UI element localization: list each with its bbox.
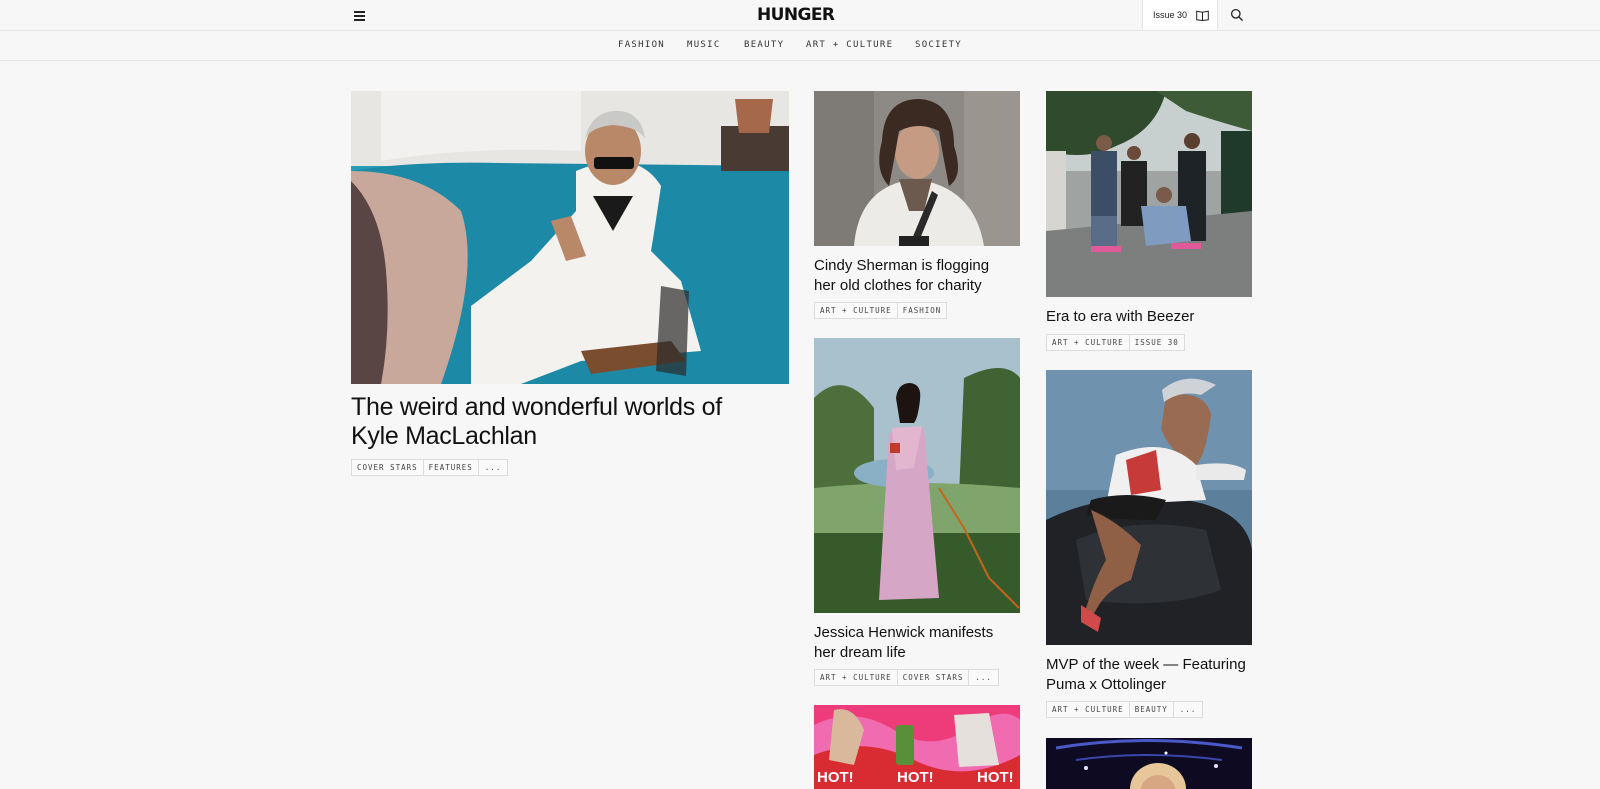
article-image-concert[interactable] — [1046, 738, 1252, 789]
tag-cover-stars[interactable]: COVER STARS — [351, 459, 424, 476]
tag-beauty[interactable]: BEAUTY — [1128, 701, 1174, 718]
tag-art-culture[interactable]: ART + CULTURE — [814, 669, 898, 686]
site-logo[interactable]: HUNGER — [757, 5, 835, 25]
article-tags-jessica: ART + CULTURE COVER STARS ... — [814, 669, 999, 686]
category-nav: FASHION MUSIC BEAUTY ART + CULTURE SOCIE… — [0, 31, 1600, 61]
tag-fashion[interactable]: FASHION — [896, 302, 948, 319]
tag-cover-stars[interactable]: COVER STARS — [896, 669, 970, 686]
article-title-cindy[interactable]: Cindy Sherman is flogging her old clothes… — [814, 256, 989, 295]
hot-label: HOT! — [817, 769, 854, 786]
article-tags-cindy: ART + CULTURE FASHION — [814, 302, 948, 319]
tag-more[interactable]: ... — [477, 459, 509, 476]
nav-fashion[interactable]: FASHION — [618, 40, 665, 50]
article-title-kyle[interactable]: The weird and wonderful worlds of Kyle Ma… — [351, 393, 722, 450]
nav-society[interactable]: SOCIETY — [915, 40, 962, 50]
tag-art-culture[interactable]: ART + CULTURE — [1046, 701, 1130, 718]
issue-label: Issue 30 — [1153, 10, 1188, 20]
article-title-beezer[interactable]: Era to era with Beezer — [1046, 307, 1194, 327]
hot-label: HOT! — [977, 769, 1014, 786]
search-icon[interactable] — [1230, 8, 1244, 22]
book-icon — [1196, 10, 1209, 21]
tag-art-culture[interactable]: ART + CULTURE — [814, 302, 898, 319]
nav-music[interactable]: MUSIC — [687, 40, 721, 50]
tag-art-culture[interactable]: ART + CULTURE — [1046, 334, 1130, 351]
article-tags-beezer: ART + CULTURE ISSUE 30 — [1046, 334, 1185, 351]
site-header: HUNGER Issue 30 — [0, 0, 1600, 31]
article-image-jessica[interactable] — [814, 338, 1020, 613]
article-image-hot[interactable]: HOT! HOT! HOT! — [814, 705, 1020, 789]
article-title-jessica[interactable]: Jessica Henwick manifests her dream life — [814, 623, 993, 662]
article-image-cindy[interactable] — [814, 91, 1020, 246]
tag-features[interactable]: FEATURES — [422, 459, 479, 476]
tag-issue-30[interactable]: ISSUE 30 — [1128, 334, 1185, 351]
issue-button[interactable]: Issue 30 — [1142, 0, 1218, 30]
tag-more[interactable]: ... — [968, 669, 999, 686]
article-tags-kyle: COVER STARS FEATURES ... — [351, 459, 509, 476]
article-image-kyle[interactable] — [351, 91, 789, 384]
article-image-beezer[interactable] — [1046, 91, 1252, 297]
nav-art-culture[interactable]: ART + CULTURE — [806, 40, 893, 50]
article-tags-mvp: ART + CULTURE BEAUTY ... — [1046, 701, 1204, 718]
tag-more[interactable]: ... — [1172, 701, 1204, 718]
menu-icon[interactable] — [351, 7, 367, 23]
article-title-mvp[interactable]: MVP of the week — Featuring Puma x Ottoli… — [1046, 655, 1246, 694]
nav-beauty[interactable]: BEAUTY — [744, 40, 784, 50]
hot-label: HOT! — [897, 769, 934, 786]
article-image-mvp[interactable] — [1046, 370, 1252, 645]
